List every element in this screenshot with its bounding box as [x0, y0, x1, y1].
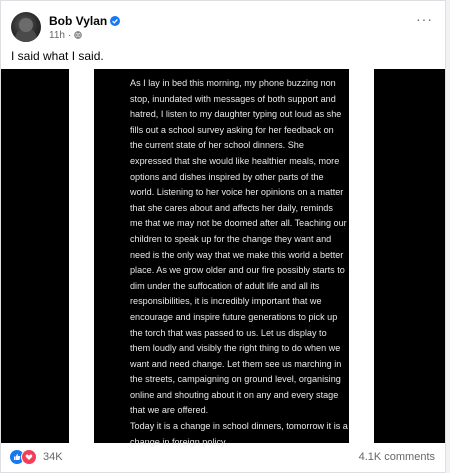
post-caption: I said what I said.: [11, 49, 104, 63]
reactions-summary[interactable]: 34K: [9, 449, 63, 465]
timestamp-row: 11h ·: [49, 30, 120, 41]
more-options-icon[interactable]: ···: [416, 11, 433, 27]
post-header: Bob Vylan 11h ·: [11, 10, 121, 44]
separator: ·: [67, 29, 72, 41]
statement-paragraph: As I lay in bed this morning, my phone b…: [130, 78, 347, 416]
avatar[interactable]: [11, 12, 41, 42]
globe-icon: [74, 31, 83, 39]
love-reaction-icon: [21, 449, 37, 465]
comments-count[interactable]: 4.1K comments: [359, 451, 435, 463]
post-image[interactable]: As I lay in bed this morning, my phone b…: [1, 69, 445, 447]
reaction-count[interactable]: 34K: [43, 451, 63, 463]
right-white-stripe: [349, 69, 374, 443]
left-white-stripe: [69, 69, 94, 443]
statement-text: As I lay in bed this morning, my phone b…: [130, 76, 348, 450]
author-row: Bob Vylan: [49, 14, 121, 28]
post-meta: Bob Vylan 11h ·: [49, 14, 121, 41]
post-time[interactable]: 11h: [49, 30, 65, 41]
post-card: Bob Vylan 11h · ··· I said what I said. …: [0, 0, 446, 473]
author-name[interactable]: Bob Vylan: [49, 14, 107, 28]
verified-badge-icon: [110, 15, 121, 26]
post-footer: 34K 4.1K comments: [1, 444, 445, 472]
